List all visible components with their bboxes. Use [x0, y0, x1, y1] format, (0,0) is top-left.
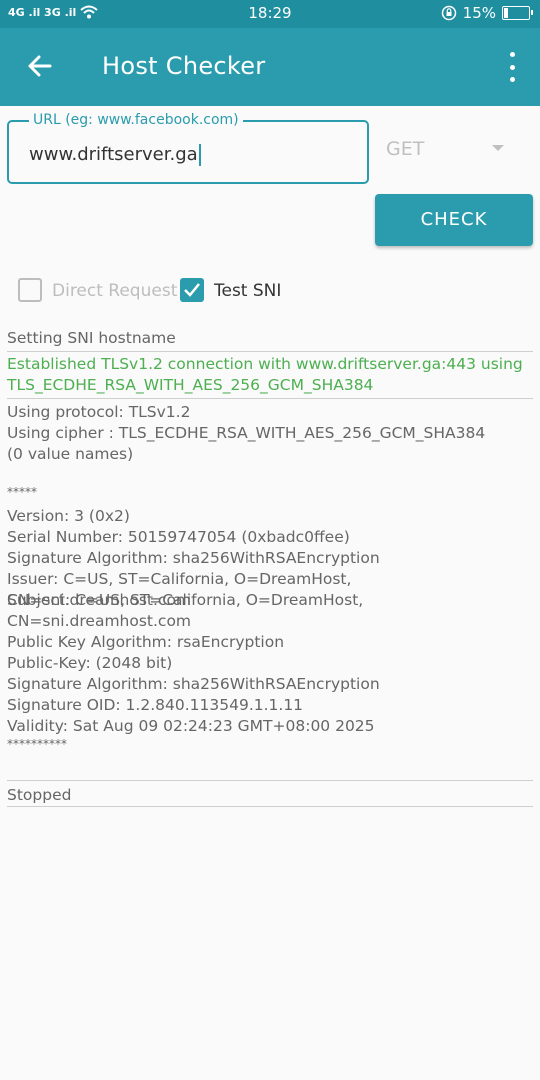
direct-request-checkbox[interactable]: [18, 278, 42, 302]
divider: [7, 398, 533, 399]
url-input[interactable]: URL (eg: www.facebook.com) www.driftserv…: [7, 112, 369, 184]
log-protocol: Using protocol: TLSv1.2: [7, 403, 191, 421]
status-right: 15%: [441, 4, 533, 22]
method-select[interactable]: GET: [386, 138, 424, 160]
divider: [7, 780, 533, 781]
app-bar: Host Checker: [0, 28, 540, 106]
url-value: www.driftserver.ga: [29, 144, 198, 165]
test-sni-label[interactable]: Test SNI: [214, 281, 281, 301]
log-version: Version: 3 (0x2): [7, 507, 130, 525]
overflow-menu-icon[interactable]: [506, 52, 518, 82]
log-sig-alg-2: Signature Algorithm: sha256WithRSAEncryp…: [7, 675, 380, 693]
rotation-lock-icon: [441, 5, 456, 21]
log-established: Established TLSv1.2 connection with www.…: [7, 355, 523, 394]
log-value-names: (0 value names): [7, 445, 134, 463]
dropdown-arrow-icon[interactable]: [492, 145, 504, 151]
log-pubkey: Public-Key: (2048 bit): [7, 654, 173, 672]
log-sig-alg: Signature Algorithm: sha256WithRSAEncryp…: [7, 549, 380, 567]
log-serial: Serial Number: 50159747054 (0xbadc0ffee): [7, 528, 350, 546]
log-subject: Subject: C=US, ST=California, O=DreamHos…: [7, 591, 364, 630]
log-setting: Setting SNI hostname: [7, 329, 176, 347]
log-sig-oid: Signature OID: 1.2.840.113549.1.1.11: [7, 696, 304, 714]
direct-request-label[interactable]: Direct Request: [52, 281, 177, 301]
status-bar: 4G .il 3G .il 18:29 15%: [0, 0, 540, 28]
url-label: URL (eg: www.facebook.com): [29, 112, 243, 128]
back-arrow-icon[interactable]: [22, 48, 58, 84]
log-pubkey-alg: Public Key Algorithm: rsaEncryption: [7, 633, 285, 651]
battery-fill: [504, 8, 508, 18]
text-caret: [198, 144, 201, 166]
divider: [7, 806, 533, 807]
checkmark-icon: [184, 283, 200, 297]
log-stars-open: *****: [7, 485, 37, 499]
log-stars-close: **********: [7, 737, 67, 751]
log-stopped: Stopped: [7, 786, 72, 804]
divider: [7, 351, 533, 352]
battery-icon: [502, 6, 533, 20]
test-sni-checkbox[interactable]: [180, 278, 204, 302]
log-cipher: Using cipher : TLS_ECDHE_RSA_WITH_AES_25…: [7, 424, 486, 442]
page-title: Host Checker: [102, 52, 266, 80]
url-value-wrap: www.driftserver.ga: [29, 144, 201, 166]
battery-percent: 15%: [462, 4, 496, 22]
check-button[interactable]: CHECK: [375, 194, 533, 246]
